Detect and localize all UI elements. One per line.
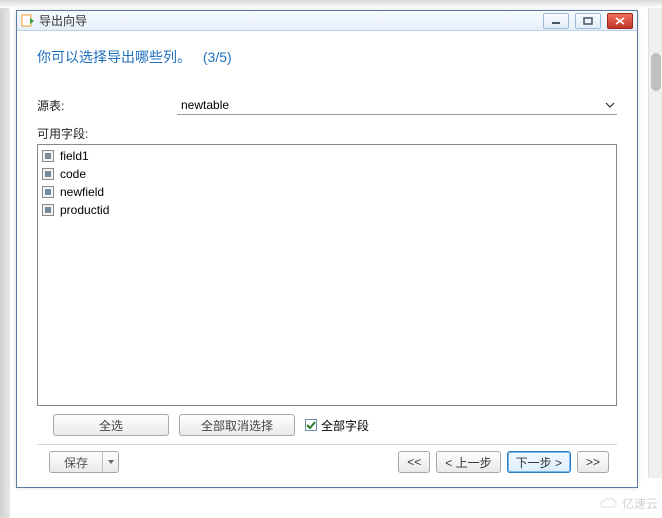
maximize-button[interactable] (575, 13, 601, 29)
field-name: newfield (60, 185, 104, 199)
list-item[interactable]: code (42, 165, 612, 183)
all-fields-label: 全部字段 (321, 417, 369, 434)
checkbox-icon[interactable] (42, 204, 54, 216)
checkbox-icon[interactable] (42, 150, 54, 162)
scrollbar-thumb[interactable] (651, 53, 661, 91)
checkbox-icon[interactable] (42, 186, 54, 198)
heading-text: 你可以选择导出哪些列。 (37, 49, 191, 65)
last-button[interactable]: >> (577, 451, 609, 473)
all-fields-checkbox[interactable]: 全部字段 (305, 417, 369, 434)
wizard-footer: 保存 << < 上一步 下一步 > >> (37, 451, 617, 479)
list-item[interactable]: field1 (42, 147, 612, 165)
source-label: 源表: (37, 97, 177, 114)
save-dropdown[interactable] (102, 452, 118, 472)
save-split-button[interactable]: 保存 (49, 451, 119, 473)
save-button[interactable]: 保存 (50, 452, 102, 472)
close-button[interactable] (607, 13, 633, 29)
checkbox-icon[interactable] (42, 168, 54, 180)
app-icon (21, 14, 35, 28)
deselect-all-button[interactable]: 全部取消选择 (179, 414, 295, 436)
field-name: productid (60, 203, 109, 217)
first-button[interactable]: << (398, 451, 430, 473)
select-all-button[interactable]: 全选 (53, 414, 169, 436)
dialog-content: 你可以选择导出哪些列。 (3/5) 源表: newtable 可用字段: fie… (17, 31, 637, 487)
list-item[interactable]: newfield (42, 183, 612, 201)
back-button[interactable]: < 上一步 (436, 451, 500, 473)
step-indicator: (3/5) (203, 49, 232, 65)
checkbox-icon (305, 419, 317, 431)
field-name: code (60, 167, 86, 181)
wizard-heading: 你可以选择导出哪些列。 (3/5) (37, 47, 617, 67)
source-row: 源表: newtable (37, 95, 617, 115)
page-shadow (0, 8, 10, 518)
selection-actions: 全选 全部取消选择 全部字段 (37, 414, 617, 436)
chevron-down-icon (605, 99, 615, 113)
list-item[interactable]: productid (42, 201, 612, 219)
source-table-select[interactable]: newtable (177, 95, 617, 115)
field-name: field1 (60, 149, 89, 163)
source-table-value: newtable (181, 98, 229, 112)
next-button[interactable]: 下一步 > (507, 451, 571, 473)
page-scrollbar[interactable] (648, 8, 662, 478)
titlebar[interactable]: 导出向导 (17, 11, 637, 31)
export-wizard-dialog: 导出向导 你可以选择导出哪些列。 (3/5) 源表: newtable 可用字段… (16, 10, 638, 488)
window-title: 导出向导 (39, 12, 537, 29)
available-fields-label: 可用字段: (37, 125, 617, 142)
divider (37, 444, 617, 445)
minimize-button[interactable] (543, 13, 569, 29)
fields-listbox[interactable]: field1 code newfield productid (37, 144, 617, 406)
